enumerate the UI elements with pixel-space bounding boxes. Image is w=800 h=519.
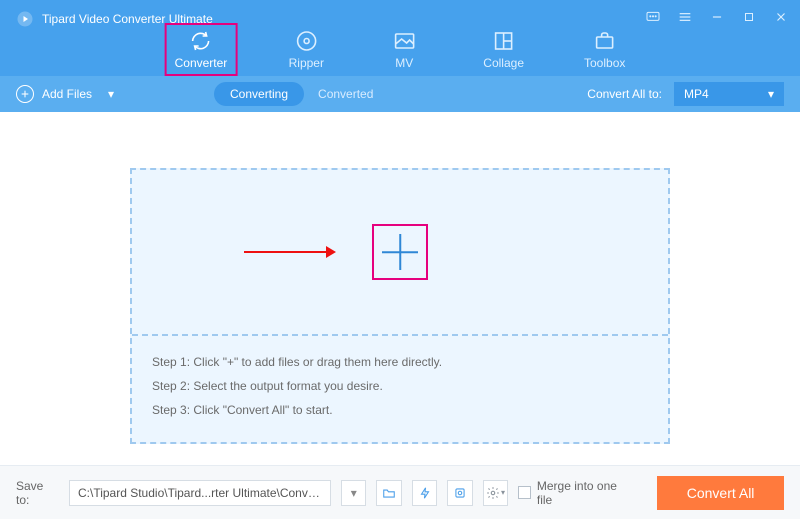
hardware-accel-button[interactable] <box>412 480 437 506</box>
chevron-down-icon: ▾ <box>768 87 774 101</box>
step-3: Step 3: Click "Convert All" to start. <box>152 398 648 422</box>
close-button[interactable] <box>772 8 790 26</box>
app-header: Tipard Video Converter Ultimate Converte… <box>0 0 800 76</box>
tab-label: MV <box>395 56 413 70</box>
gpu-button[interactable] <box>447 480 472 506</box>
save-path-value: C:\Tipard Studio\Tipard...rter Ultimate\… <box>78 486 322 500</box>
main-tabs: Converter Ripper MV Collage Toolbox <box>165 23 636 76</box>
merge-label: Merge into one file <box>537 479 633 507</box>
main-area: Step 1: Click "+" to add files or drag t… <box>0 112 800 465</box>
chevron-down-icon: ▾ <box>501 488 505 497</box>
merge-checkbox[interactable]: Merge into one file <box>518 479 633 507</box>
tab-label: Converter <box>175 56 228 70</box>
tab-label: Collage <box>483 56 524 70</box>
add-files-plus[interactable] <box>372 224 428 280</box>
step-2: Step 2: Select the output format you des… <box>152 374 648 398</box>
convert-all-label: Convert All <box>687 485 755 501</box>
subtoolbar: Add Files ▾ Converting Converted Convert… <box>0 76 800 112</box>
add-files-button[interactable]: Add Files ▾ <box>16 85 114 103</box>
save-to-label: Save to: <box>16 479 59 507</box>
format-selector: Convert All to: MP4 ▾ <box>587 82 784 106</box>
convert-all-to-label: Convert All to: <box>587 87 662 101</box>
plus-circle-icon <box>16 85 34 103</box>
window-controls <box>644 8 790 26</box>
drop-zone-top <box>132 170 668 336</box>
status-tabs: Converting Converted <box>214 82 387 106</box>
step-1: Step 1: Click "+" to add files or drag t… <box>152 350 648 374</box>
plus-icon <box>382 234 418 270</box>
chevron-down-icon: ▾ <box>108 87 114 101</box>
annotation-arrow <box>244 251 334 253</box>
menu-icon[interactable] <box>676 8 694 26</box>
tab-toolbox[interactable]: Toolbox <box>574 23 635 76</box>
tab-converter[interactable]: Converter <box>165 23 238 76</box>
format-value: MP4 <box>684 87 709 101</box>
checkbox-box <box>518 486 531 499</box>
tab-converted[interactable]: Converted <box>304 82 387 106</box>
chevron-down-icon: ▾ <box>351 486 357 500</box>
settings-button[interactable]: ▾ <box>483 480 508 506</box>
footer-bar: Save to: C:\Tipard Studio\Tipard...rter … <box>0 465 800 519</box>
tab-collage[interactable]: Collage <box>473 23 534 76</box>
open-folder-button[interactable] <box>376 480 401 506</box>
grid-icon <box>492 29 516 53</box>
add-files-label: Add Files <box>42 87 92 101</box>
tab-label: Toolbox <box>584 56 625 70</box>
briefcase-icon <box>593 29 617 53</box>
tab-ripper[interactable]: Ripper <box>277 23 335 76</box>
drop-zone[interactable]: Step 1: Click "+" to add files or drag t… <box>130 168 670 444</box>
app-logo-icon <box>16 10 34 28</box>
save-path-field[interactable]: C:\Tipard Studio\Tipard...rter Ultimate\… <box>69 480 331 506</box>
image-icon <box>392 29 416 53</box>
instruction-steps: Step 1: Click "+" to add files or drag t… <box>132 336 668 442</box>
minimize-button[interactable] <box>708 8 726 26</box>
maximize-button[interactable] <box>740 8 758 26</box>
refresh-icon <box>189 29 213 53</box>
tab-mv[interactable]: MV <box>375 23 433 76</box>
tab-converting[interactable]: Converting <box>214 82 304 106</box>
disc-icon <box>294 29 318 53</box>
output-format-dropdown[interactable]: MP4 ▾ <box>674 82 784 106</box>
tab-label: Ripper <box>289 56 324 70</box>
feedback-icon[interactable] <box>644 8 662 26</box>
convert-all-button[interactable]: Convert All <box>657 476 784 510</box>
path-dropdown-button[interactable]: ▾ <box>341 480 366 506</box>
